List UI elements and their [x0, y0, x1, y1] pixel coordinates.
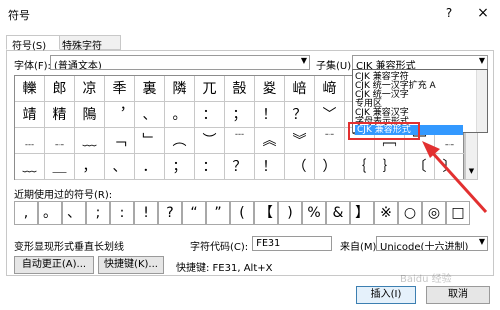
symbol-cell[interactable]: ︽: [255, 128, 285, 154]
symbol-cell[interactable]: ，: [75, 154, 105, 180]
watermark: Baidu 经验: [400, 274, 452, 285]
autocorrect-button[interactable]: 自动更正(A)...: [14, 256, 94, 274]
scroll-down-icon[interactable]: ▼: [466, 167, 477, 179]
symbol-cell[interactable]: ︵: [165, 128, 195, 154]
symbol-cell[interactable]: ︐: [105, 102, 135, 128]
symbol-cell[interactable]: ；: [165, 154, 195, 180]
symbol-cell[interactable]: 兀: [195, 76, 225, 102]
close-button[interactable]: ×: [474, 5, 492, 23]
symbol-dialog: 符号 ? × 符号(S) 特殊字符(P) 字体(F): (普通文本) ▼ 子集(…: [0, 0, 500, 310]
recent-label: 近期使用过的符号(R):: [14, 190, 113, 201]
recent-symbol[interactable]: ○: [398, 201, 422, 225]
recent-symbol[interactable]: 】: [350, 201, 374, 225]
recent-symbol[interactable]: :: [110, 201, 134, 225]
symbol-cell[interactable]: ）: [315, 154, 345, 180]
symbol-cell[interactable]: ？: [225, 154, 255, 180]
symbol-cell[interactable]: ︾: [285, 128, 315, 154]
from-label: 来自(M):: [340, 242, 380, 253]
annotation-highlight-box: [348, 122, 420, 140]
recent-symbol[interactable]: 【: [254, 201, 278, 225]
symbol-cell[interactable]: 轢: [15, 76, 45, 102]
symbol-cell[interactable]: 㚇: [255, 76, 285, 102]
symbol-cell[interactable]: ｛: [345, 154, 375, 180]
recent-symbol[interactable]: ”: [206, 201, 230, 225]
chevron-down-icon: ▼: [300, 56, 307, 65]
subset-label: 子集(U):: [316, 61, 355, 72]
recent-symbol[interactable]: ;: [86, 201, 110, 225]
recent-symbol[interactable]: “: [182, 201, 206, 225]
symbol-cell[interactable]: 精: [45, 102, 75, 128]
symbol-cell[interactable]: ！: [255, 154, 285, 180]
symbol-cell[interactable]: 靖: [15, 102, 45, 128]
symbol-cell[interactable]: ：: [195, 154, 225, 180]
chevron-down-icon: ▼: [478, 237, 485, 246]
symbol-cell[interactable]: 凉: [75, 76, 105, 102]
recent-symbol[interactable]: 、: [62, 201, 86, 225]
recent-symbol[interactable]: □: [446, 201, 470, 225]
recent-symbol[interactable]: (: [230, 201, 254, 225]
chevron-down-icon: ▼: [478, 56, 485, 65]
font-value: (普通文本): [54, 61, 102, 70]
symbol-cell[interactable]: ﹏: [75, 128, 105, 154]
dropdown-scrollbar[interactable]: [476, 70, 487, 132]
symbol-cell[interactable]: 隝: [75, 102, 105, 128]
symbol-cell[interactable]: 嗀: [225, 76, 255, 102]
recent-symbol[interactable]: ?: [158, 201, 182, 225]
char-code-input[interactable]: FE31: [252, 236, 332, 251]
symbol-cell[interactable]: 㟝: [285, 76, 315, 102]
symbol-cell[interactable]: 裏: [135, 76, 165, 102]
symbol-cell[interactable]: ﹎: [45, 128, 75, 154]
recent-symbol[interactable]: ※: [374, 201, 398, 225]
shortcut-text: 快捷键: FE31, Alt+X: [176, 263, 273, 274]
symbol-cell[interactable]: ：: [195, 102, 225, 128]
symbol-cell[interactable]: （: [285, 154, 315, 180]
symbol-cell[interactable]: ＿: [45, 154, 75, 180]
window-title: 符号: [8, 9, 30, 22]
symbol-cell[interactable]: ﹂: [135, 128, 165, 154]
subset-select[interactable]: CJK 兼容形式 ▼: [352, 55, 488, 70]
symbol-cell[interactable]: 、: [105, 154, 135, 180]
from-value: Unicode(十六进制): [380, 242, 469, 251]
symbol-cell[interactable]: ﹉: [225, 128, 255, 154]
character-name: 变形显现形式垂直长划线: [14, 242, 124, 253]
symbol-cell[interactable]: ．: [135, 154, 165, 180]
title-bar: 符号 ? ×: [0, 0, 500, 30]
symbol-cell[interactable]: 〔: [405, 154, 435, 180]
symbol-cell[interactable]: 、: [135, 102, 165, 128]
shortcut-key-button[interactable]: 快捷键(K)...: [98, 256, 164, 274]
symbol-cell[interactable]: ﹊: [315, 128, 345, 154]
tab-symbols[interactable]: 符号(S): [6, 35, 60, 52]
symbol-cell[interactable]: 〕: [435, 154, 465, 180]
recent-symbol[interactable]: &: [326, 201, 350, 225]
symbol-cell[interactable]: 郎: [45, 76, 75, 102]
recent-symbol[interactable]: ◎: [422, 201, 446, 225]
cancel-button[interactable]: 取消: [426, 286, 490, 304]
symbol-cell[interactable]: 﨑: [315, 76, 345, 102]
recent-symbol[interactable]: ,: [14, 201, 38, 225]
recent-symbol[interactable]: 。: [38, 201, 62, 225]
font-label: 字体(F):: [14, 61, 51, 72]
recent-symbol[interactable]: !: [134, 201, 158, 225]
symbol-cell[interactable]: ！: [255, 102, 285, 128]
insert-button[interactable]: 插入(I): [356, 286, 416, 304]
symbol-cell[interactable]: ﹀: [315, 102, 345, 128]
from-select[interactable]: Unicode(十六进制) ▼: [376, 236, 488, 251]
font-select[interactable]: (普通文本) ▼: [50, 55, 310, 70]
symbol-cell[interactable]: ﹏: [15, 154, 45, 180]
recent-symbol[interactable]: ): [278, 201, 302, 225]
recent-symbol[interactable]: %: [302, 201, 326, 225]
symbol-cell[interactable]: ｝: [375, 154, 405, 180]
symbol-cell[interactable]: ﹍: [15, 128, 45, 154]
symbol-cell[interactable]: 。: [165, 102, 195, 128]
char-code-label: 字符代码(C):: [190, 242, 249, 253]
symbol-cell[interactable]: ︶: [195, 128, 225, 154]
symbol-cell[interactable]: 秊: [105, 76, 135, 102]
help-button[interactable]: ?: [441, 6, 457, 22]
tab-special-characters[interactable]: 特殊字符(P): [56, 35, 121, 63]
symbol-cell[interactable]: ﹁: [105, 128, 135, 154]
symbol-cell[interactable]: 隣: [165, 76, 195, 102]
symbol-cell[interactable]: ；: [225, 102, 255, 128]
symbol-cell[interactable]: ？: [285, 102, 315, 128]
